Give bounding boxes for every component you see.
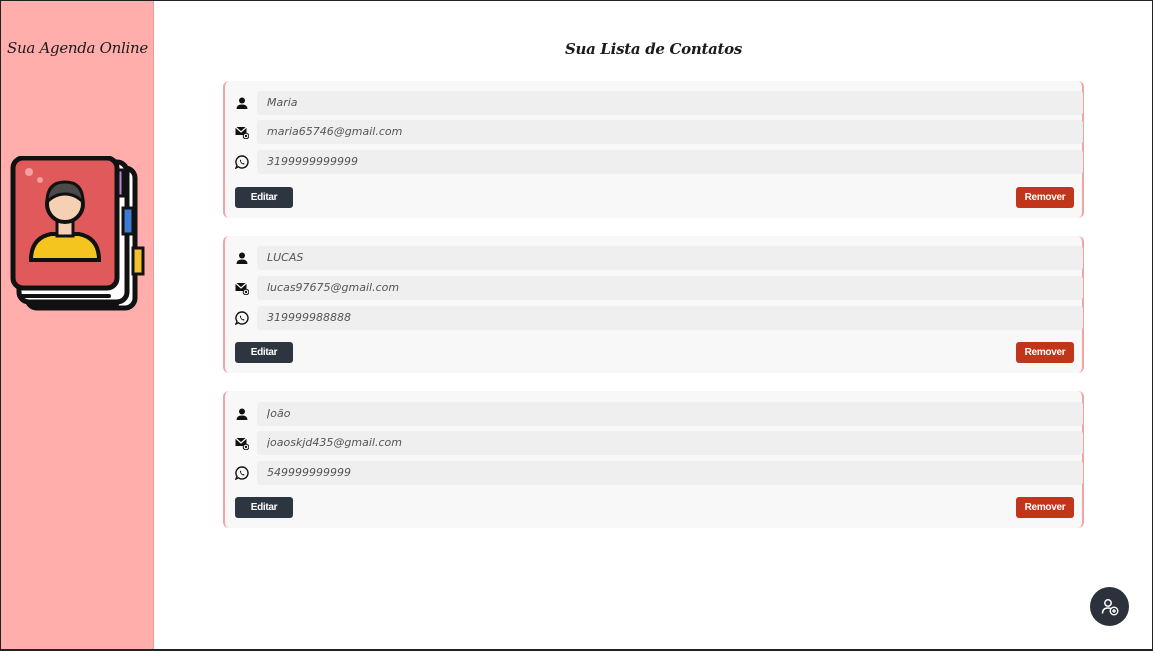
contact-name-field[interactable] (257, 402, 1083, 426)
contact-name-field[interactable] (257, 91, 1083, 115)
contact-email-field[interactable] (257, 276, 1083, 300)
remove-button[interactable]: Remover (1016, 342, 1074, 363)
contact-name-row (235, 246, 1083, 270)
whatsapp-icon (235, 311, 249, 325)
remove-button[interactable]: Remover (1016, 497, 1074, 518)
email-icon (235, 282, 249, 295)
sidebar: Sua Agenda Online (1, 1, 154, 649)
contact-phone-row (235, 150, 1083, 174)
page-title: Sua Lista de Contatos (564, 40, 743, 58)
contact-email-row (235, 431, 1083, 455)
person-icon (236, 97, 248, 109)
contact-phone-field[interactable] (257, 306, 1083, 330)
contact-card: Editar Remover (223, 236, 1084, 373)
contact-email-row (235, 276, 1083, 300)
add-contact-icon (1101, 598, 1118, 615)
whatsapp-icon (235, 155, 249, 169)
contact-email-field[interactable] (257, 431, 1083, 455)
edit-button[interactable]: Editar (235, 342, 293, 363)
whatsapp-icon (235, 466, 249, 480)
contact-name-row (235, 91, 1083, 115)
contact-name-row (235, 402, 1083, 426)
person-icon (236, 408, 248, 420)
edit-button[interactable]: Editar (235, 187, 293, 208)
contact-phone-row (235, 461, 1083, 485)
edit-button[interactable]: Editar (235, 497, 293, 518)
email-icon (235, 126, 249, 139)
brand-title: Sua Agenda Online (7, 39, 148, 57)
remove-button[interactable]: Remover (1016, 187, 1074, 208)
contact-email-field[interactable] (257, 120, 1083, 144)
person-icon (236, 252, 248, 264)
address-book-logo (10, 156, 145, 311)
contact-card: Editar Remover (223, 81, 1084, 218)
contact-phone-field[interactable] (257, 150, 1083, 174)
email-icon (235, 437, 249, 450)
contact-card: Editar Remover (223, 391, 1084, 528)
contact-phone-field[interactable] (257, 461, 1083, 485)
add-contact-button[interactable] (1090, 587, 1129, 626)
contact-phone-row (235, 306, 1083, 330)
contact-email-row (235, 120, 1083, 144)
contact-name-field[interactable] (257, 246, 1083, 270)
